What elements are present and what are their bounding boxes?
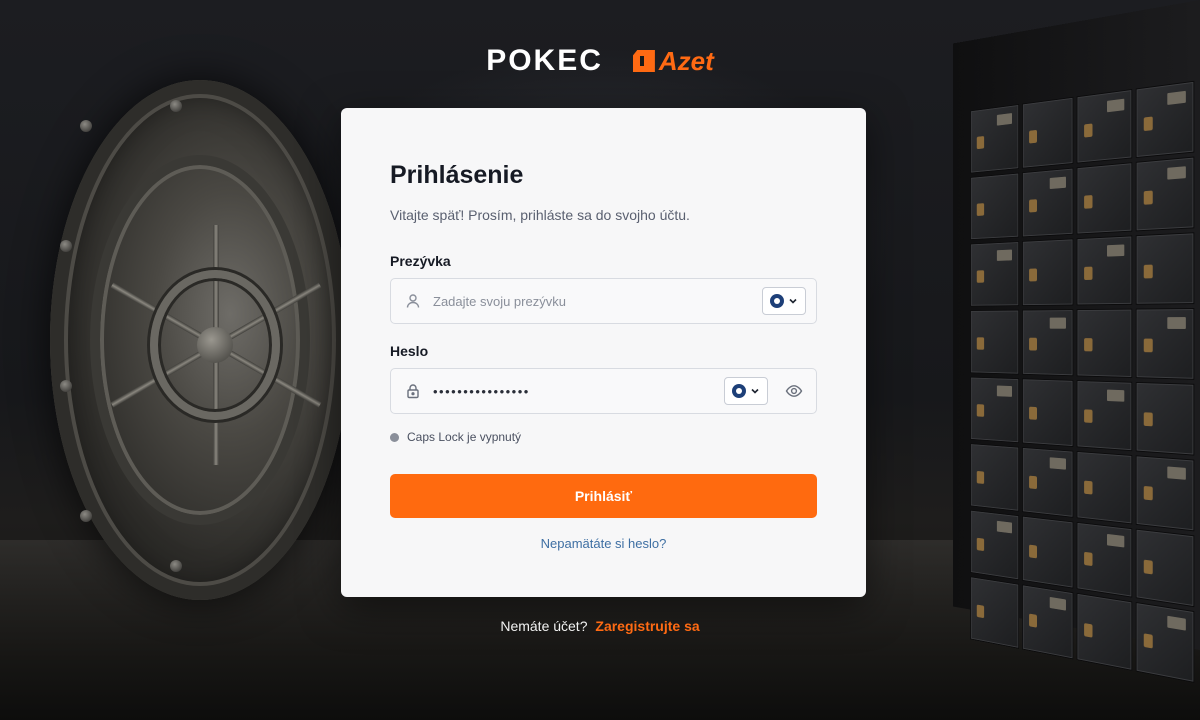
locker bbox=[1021, 167, 1074, 238]
username-label: Prezývka bbox=[390, 253, 451, 269]
locker bbox=[1135, 232, 1195, 305]
login-subtitle: Vitajte späť! Prosím, prihláste sa do sv… bbox=[390, 207, 690, 223]
register-prompt: Nemáte účet? Zaregistrujte sa bbox=[0, 618, 1200, 634]
user-icon bbox=[403, 291, 423, 311]
azet-logo-text: Azet bbox=[658, 45, 714, 76]
username-input[interactable] bbox=[433, 293, 762, 309]
caps-lock-status: Caps Lock je vypnutý bbox=[407, 430, 522, 444]
username-field[interactable] bbox=[390, 278, 817, 324]
vault-bolt bbox=[60, 240, 72, 252]
locker bbox=[1076, 308, 1132, 378]
vault-bolt bbox=[170, 560, 182, 572]
vault-bolt bbox=[80, 510, 92, 522]
locker bbox=[1076, 521, 1132, 598]
login-button[interactable]: Prihlásiť bbox=[390, 474, 817, 518]
locker bbox=[1021, 238, 1074, 307]
eye-icon[interactable] bbox=[782, 379, 806, 403]
brand-header: POKEC Azet bbox=[0, 44, 1200, 78]
locker bbox=[970, 104, 1019, 174]
locker bbox=[970, 576, 1019, 649]
locker bbox=[1021, 446, 1074, 518]
forgot-password-link[interactable]: Nepamätáte si heslo? bbox=[390, 536, 817, 551]
locker bbox=[1021, 515, 1074, 589]
pokec-logo[interactable]: POKEC bbox=[486, 44, 603, 78]
password-manager-button[interactable] bbox=[724, 377, 768, 405]
safe-deposit-lockers bbox=[952, 0, 1200, 683]
locker bbox=[1135, 601, 1195, 683]
locker bbox=[970, 172, 1019, 241]
locker bbox=[1076, 162, 1132, 235]
vault-hub bbox=[197, 327, 233, 363]
locker bbox=[1076, 380, 1132, 452]
vault-door-illustration bbox=[20, 60, 360, 620]
no-account-text: Nemáte účet? bbox=[500, 618, 588, 634]
locker bbox=[1135, 80, 1195, 159]
locker bbox=[970, 309, 1019, 375]
locker bbox=[1076, 450, 1132, 525]
caps-lock-indicator: Caps Lock je vypnutý bbox=[390, 430, 817, 444]
login-card: Prihlásenie Vitajte späť! Prosím, prihlá… bbox=[341, 108, 866, 597]
locker bbox=[1135, 455, 1195, 532]
locker bbox=[970, 443, 1019, 512]
locker bbox=[1021, 309, 1074, 377]
vault-bolt bbox=[60, 380, 72, 392]
lock-icon bbox=[403, 381, 423, 401]
locker bbox=[970, 241, 1019, 307]
password-field[interactable]: •••••••••••••••• bbox=[390, 368, 817, 414]
password-input[interactable]: •••••••••••••••• bbox=[433, 384, 724, 399]
vault-bolt bbox=[80, 120, 92, 132]
page-title: Prihlásenie bbox=[390, 161, 524, 189]
password-manager-icon bbox=[732, 384, 746, 398]
locker bbox=[1135, 381, 1195, 456]
password-manager-button[interactable] bbox=[762, 287, 806, 315]
locker bbox=[1135, 308, 1195, 380]
locker bbox=[1135, 528, 1195, 608]
locker bbox=[1021, 96, 1074, 169]
locker bbox=[1021, 378, 1074, 448]
status-dot-icon bbox=[390, 432, 399, 442]
password-manager-icon bbox=[770, 294, 784, 308]
azet-logo[interactable]: Azet bbox=[632, 45, 714, 77]
locker bbox=[970, 376, 1019, 444]
vault-bolt bbox=[170, 100, 182, 112]
chevron-down-icon bbox=[789, 298, 797, 304]
locker bbox=[1076, 235, 1132, 306]
locker bbox=[1076, 89, 1132, 164]
locker bbox=[1135, 156, 1195, 232]
register-link[interactable]: Zaregistrujte sa bbox=[595, 618, 699, 634]
chevron-down-icon bbox=[751, 388, 759, 394]
password-label: Heslo bbox=[390, 343, 429, 359]
locker bbox=[970, 509, 1019, 581]
azet-mark-icon bbox=[632, 50, 655, 72]
